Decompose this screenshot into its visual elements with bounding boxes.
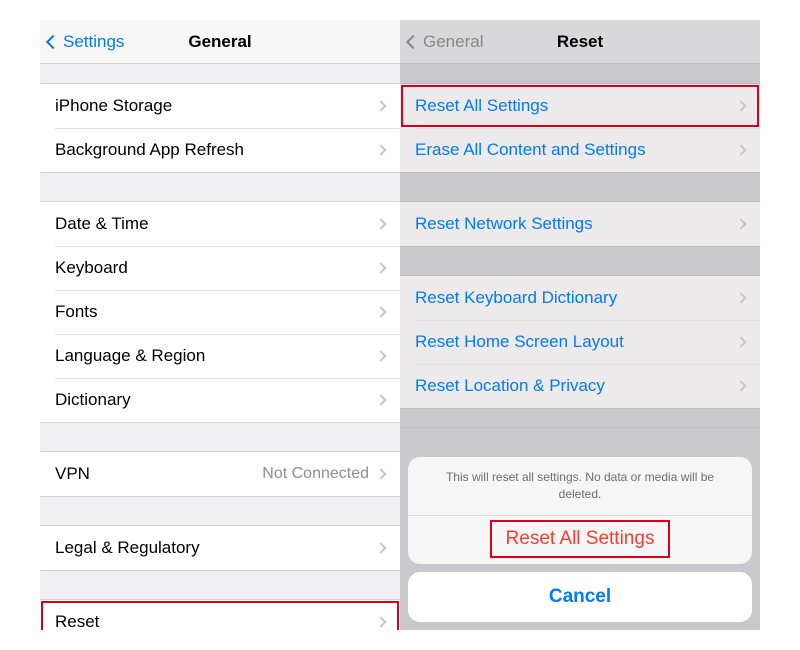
chevron-left-icon (46, 35, 60, 49)
cell-detail: Not Connected (262, 465, 369, 483)
cell-background-app-refresh[interactable]: Background App Refresh (40, 128, 400, 172)
cell-label: Reset Network Settings (415, 214, 737, 234)
page-title: Reset (557, 32, 603, 52)
back-label: Settings (63, 32, 124, 52)
cell-erase-all-content-and-settings[interactable]: Erase All Content and Settings (400, 128, 760, 172)
cell-label: Legal & Regulatory (55, 538, 377, 558)
cell-fonts[interactable]: Fonts (40, 290, 400, 334)
chevron-left-icon (406, 35, 420, 49)
cell-vpn[interactable]: VPNNot Connected (40, 452, 400, 496)
nav-bar: Settings General (40, 20, 400, 64)
chevron-right-icon (735, 380, 746, 391)
cell-label: Fonts (55, 302, 377, 322)
cell-label: iPhone Storage (55, 96, 377, 116)
cell-reset-home-screen-layout[interactable]: Reset Home Screen Layout (400, 320, 760, 364)
chevron-right-icon (375, 262, 386, 273)
chevron-right-icon (735, 100, 746, 111)
chevron-right-icon (375, 144, 386, 155)
cell-label: Reset Location & Privacy (415, 376, 737, 396)
action-sheet-message: This will reset all settings. No data or… (408, 457, 752, 516)
back-button[interactable]: Settings (48, 20, 124, 64)
page-title: General (188, 32, 251, 52)
cell-reset-keyboard-dictionary[interactable]: Reset Keyboard Dictionary (400, 276, 760, 320)
cell-keyboard[interactable]: Keyboard (40, 246, 400, 290)
cell-label: Reset (55, 612, 377, 630)
cancel-button[interactable]: Cancel (408, 572, 752, 622)
settings-list: iPhone Storage Background App Refresh Date… (40, 64, 400, 630)
cell-reset-network-settings[interactable]: Reset Network Settings (400, 202, 760, 246)
cell-label: Reset All Settings (415, 96, 737, 116)
cell-dictionary[interactable]: Dictionary (40, 378, 400, 422)
nav-bar: General Reset (400, 20, 760, 64)
cell-language-region[interactable]: Language & Region (40, 334, 400, 378)
chevron-right-icon (375, 394, 386, 405)
section-gap (40, 64, 400, 84)
section-gap (400, 172, 760, 202)
chevron-right-icon (375, 542, 386, 553)
section-gap (40, 496, 400, 526)
phone-reset-settings: General Reset Reset All Settings Erase Al… (400, 20, 760, 630)
cell-label: Background App Refresh (55, 140, 377, 160)
cell-legal-regulatory[interactable]: Legal & Regulatory (40, 526, 400, 570)
cell-label: VPN (55, 464, 262, 484)
chevron-right-icon (375, 306, 386, 317)
chevron-right-icon (735, 336, 746, 347)
cell-iphone-storage[interactable]: iPhone Storage (40, 84, 400, 128)
section-gap (40, 422, 400, 452)
section-gap (400, 64, 760, 84)
cell-label: Erase All Content and Settings (415, 140, 737, 160)
cell-label: Language & Region (55, 346, 377, 366)
cell-label: Dictionary (55, 390, 377, 410)
section-gap (40, 570, 400, 600)
section-gap (400, 246, 760, 276)
chevron-right-icon (375, 616, 386, 627)
back-label: General (423, 32, 483, 52)
action-sheet-row: Reset All Settings (408, 516, 752, 564)
phone-general-settings: Settings General iPhone Storage Backgroun… (40, 20, 400, 630)
chevron-right-icon (735, 218, 746, 229)
action-sheet-card: This will reset all settings. No data or… (408, 457, 752, 564)
cell-date-time[interactable]: Date & Time (40, 202, 400, 246)
chevron-right-icon (735, 144, 746, 155)
chevron-right-icon (735, 292, 746, 303)
cell-reset-location-privacy[interactable]: Reset Location & Privacy (400, 364, 760, 408)
chevron-right-icon (375, 350, 386, 361)
cell-label: Keyboard (55, 258, 377, 278)
chevron-right-icon (375, 218, 386, 229)
two-phone-frame: Settings General iPhone Storage Backgroun… (40, 20, 760, 630)
section-gap (400, 408, 760, 428)
chevron-right-icon (375, 468, 386, 479)
chevron-right-icon (375, 100, 386, 111)
cell-label: Reset Keyboard Dictionary (415, 288, 737, 308)
action-sheet: This will reset all settings. No data or… (408, 457, 752, 622)
cell-label: Reset Home Screen Layout (415, 332, 737, 352)
section-gap (40, 172, 400, 202)
cell-reset[interactable]: Reset (40, 600, 400, 630)
reset-all-settings-confirm-button[interactable]: Reset All Settings (492, 522, 669, 556)
cell-reset-all-settings[interactable]: Reset All Settings (400, 84, 760, 128)
cell-label: Date & Time (55, 214, 377, 234)
back-button[interactable]: General (408, 20, 483, 64)
